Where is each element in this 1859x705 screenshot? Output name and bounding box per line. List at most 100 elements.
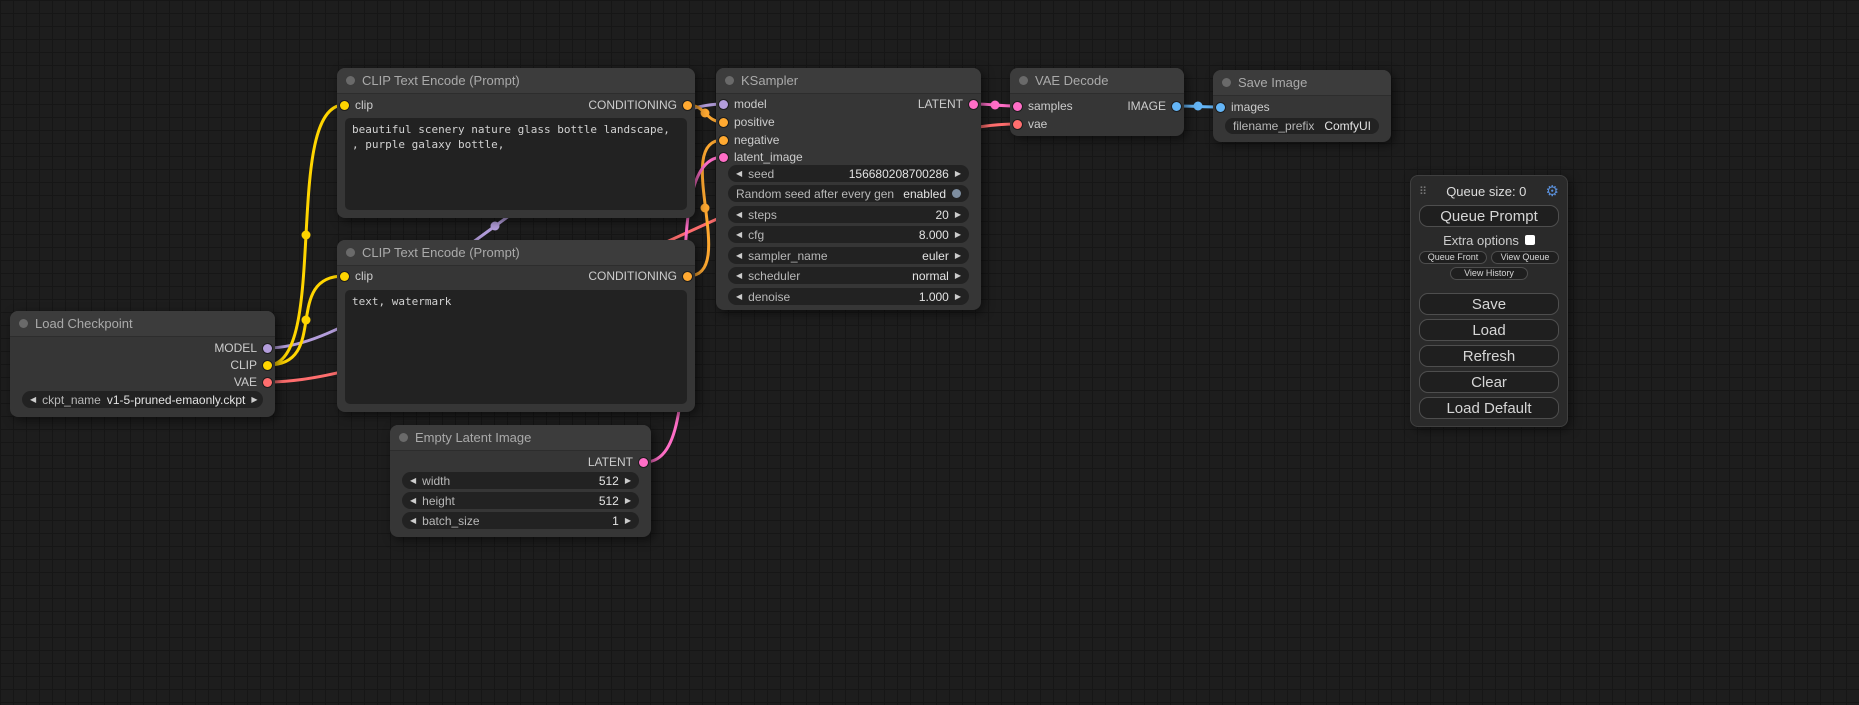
- latent-image-input-dot[interactable]: [719, 153, 728, 162]
- collapse-dot-icon[interactable]: [346, 76, 355, 85]
- node-title-bar[interactable]: VAE Decode: [1010, 68, 1184, 94]
- decrement-arrow-icon[interactable]: ◀: [736, 211, 742, 219]
- negative-prompt-textarea[interactable]: text, watermark: [345, 290, 687, 404]
- sampler-name-widget[interactable]: ◀ sampler_name euler ▶: [728, 247, 969, 264]
- random-seed-widget[interactable]: Random seed after every gen enabled: [728, 185, 969, 202]
- collapse-dot-icon[interactable]: [1222, 78, 1231, 87]
- conditioning-output-dot[interactable]: [683, 101, 692, 110]
- drag-handle-icon[interactable]: ⠿: [1419, 185, 1427, 198]
- node-title-bar[interactable]: Empty Latent Image: [390, 425, 651, 451]
- clear-button[interactable]: Clear: [1419, 371, 1559, 393]
- queue-prompt-button[interactable]: Queue Prompt: [1419, 205, 1559, 227]
- slot-label: LATENT: [918, 97, 963, 111]
- view-queue-button[interactable]: View Queue: [1491, 251, 1559, 264]
- increment-arrow-icon[interactable]: ▶: [955, 293, 961, 301]
- collapse-dot-icon[interactable]: [725, 76, 734, 85]
- slot-label: VAE: [234, 375, 257, 389]
- decrement-arrow-icon[interactable]: ◀: [736, 231, 742, 239]
- increment-arrow-icon[interactable]: ▶: [955, 211, 961, 219]
- samples-input-dot[interactable]: [1013, 102, 1022, 111]
- refresh-button[interactable]: Refresh: [1419, 345, 1559, 367]
- images-input-dot[interactable]: [1216, 103, 1225, 112]
- view-history-button[interactable]: View History: [1450, 267, 1528, 280]
- increment-arrow-icon[interactable]: ▶: [625, 497, 631, 505]
- decrement-arrow-icon[interactable]: ◀: [736, 170, 742, 178]
- clip-input-dot[interactable]: [340, 272, 349, 281]
- model-input-dot[interactable]: [719, 100, 728, 109]
- queue-front-button[interactable]: Queue Front: [1419, 251, 1487, 264]
- settings-gear-icon[interactable]: ⚙: [1546, 184, 1559, 199]
- increment-arrow-icon[interactable]: ▶: [625, 517, 631, 525]
- node-graph-canvas[interactable]: Load Checkpoint MODEL CLIP VAE ◀ ckpt_na…: [0, 0, 1859, 705]
- positive-prompt-textarea[interactable]: beautiful scenery nature glass bottle la…: [345, 118, 687, 210]
- node-title-bar[interactable]: CLIP Text Encode (Prompt): [337, 68, 695, 94]
- image-output-dot[interactable]: [1172, 102, 1181, 111]
- input-slot-vae: vae: [1013, 116, 1047, 132]
- vae-input-dot[interactable]: [1013, 120, 1022, 129]
- increment-arrow-icon[interactable]: ▶: [955, 170, 961, 178]
- slot-label: clip: [355, 269, 373, 283]
- negative-input-dot[interactable]: [719, 136, 728, 145]
- clip-output-dot[interactable]: [263, 361, 272, 370]
- load-default-button[interactable]: Load Default: [1419, 397, 1559, 419]
- increment-arrow-icon[interactable]: ▶: [955, 272, 961, 280]
- positive-input-dot[interactable]: [719, 118, 728, 127]
- filename-prefix-widget[interactable]: filename_prefix ComfyUI: [1225, 118, 1379, 134]
- vae-output-dot[interactable]: [263, 378, 272, 387]
- conditioning-output-dot[interactable]: [683, 272, 692, 281]
- latent-output-dot[interactable]: [969, 100, 978, 109]
- node-clip-text-encode-negative[interactable]: CLIP Text Encode (Prompt) clip CONDITION…: [337, 240, 695, 412]
- slot-label: clip: [355, 98, 373, 112]
- widget-label: batch_size: [422, 514, 479, 528]
- collapse-dot-icon[interactable]: [1019, 76, 1028, 85]
- node-save-image[interactable]: Save Image images filename_prefix ComfyU…: [1213, 70, 1391, 142]
- steps-widget[interactable]: ◀ steps 20 ▶: [728, 206, 969, 223]
- node-title-bar[interactable]: Save Image: [1213, 70, 1391, 96]
- denoise-widget[interactable]: ◀ denoise 1.000 ▶: [728, 288, 969, 305]
- scheduler-widget[interactable]: ◀ scheduler normal ▶: [728, 267, 969, 284]
- load-button[interactable]: Load: [1419, 319, 1559, 341]
- extra-options-checkbox[interactable]: [1525, 235, 1535, 245]
- widget-value: v1-5-pruned-emaonly.ckpt: [107, 393, 246, 407]
- slot-label: positive: [734, 115, 775, 129]
- decrement-arrow-icon[interactable]: ◀: [410, 477, 416, 485]
- decrement-arrow-icon[interactable]: ◀: [736, 252, 742, 260]
- node-title-bar[interactable]: CLIP Text Encode (Prompt): [337, 240, 695, 266]
- input-slot-clip: clip: [340, 97, 373, 113]
- model-output-dot[interactable]: [263, 344, 272, 353]
- increment-arrow-icon[interactable]: ▶: [955, 231, 961, 239]
- width-widget[interactable]: ◀ width 512 ▶: [402, 472, 639, 489]
- collapse-dot-icon[interactable]: [399, 433, 408, 442]
- decrement-arrow-icon[interactable]: ◀: [30, 396, 36, 404]
- slot-label: latent_image: [734, 150, 803, 164]
- decrement-arrow-icon[interactable]: ◀: [410, 517, 416, 525]
- node-title-bar[interactable]: Load Checkpoint: [10, 311, 275, 337]
- clip-input-dot[interactable]: [340, 101, 349, 110]
- increment-arrow-icon[interactable]: ▶: [955, 252, 961, 260]
- node-title: Save Image: [1238, 75, 1307, 90]
- slot-label: CONDITIONING: [588, 269, 677, 283]
- node-vae-decode[interactable]: VAE Decode samples vae IMAGE: [1010, 68, 1184, 136]
- cfg-widget[interactable]: ◀ cfg 8.000 ▶: [728, 226, 969, 243]
- batch-size-widget[interactable]: ◀ batch_size 1 ▶: [402, 512, 639, 529]
- node-title-bar[interactable]: KSampler: [716, 68, 981, 94]
- random-seed-toggle-icon[interactable]: [952, 189, 961, 198]
- node-ksampler[interactable]: KSampler model positive negative latent_…: [716, 68, 981, 310]
- decrement-arrow-icon[interactable]: ◀: [736, 293, 742, 301]
- height-widget[interactable]: ◀ height 512 ▶: [402, 492, 639, 509]
- queue-panel: ⠿ Queue size: 0 ⚙ Queue Prompt Extra opt…: [1410, 175, 1568, 427]
- seed-widget[interactable]: ◀ seed 156680208700286 ▶: [728, 165, 969, 182]
- widget-value: 1: [612, 514, 619, 528]
- node-clip-text-encode-positive[interactable]: CLIP Text Encode (Prompt) clip CONDITION…: [337, 68, 695, 218]
- decrement-arrow-icon[interactable]: ◀: [736, 272, 742, 280]
- increment-arrow-icon[interactable]: ▶: [251, 396, 257, 404]
- decrement-arrow-icon[interactable]: ◀: [410, 497, 416, 505]
- node-load-checkpoint[interactable]: Load Checkpoint MODEL CLIP VAE ◀ ckpt_na…: [10, 311, 275, 417]
- increment-arrow-icon[interactable]: ▶: [625, 477, 631, 485]
- save-button[interactable]: Save: [1419, 293, 1559, 315]
- node-empty-latent-image[interactable]: Empty Latent Image LATENT ◀ width 512 ▶ …: [390, 425, 651, 537]
- collapse-dot-icon[interactable]: [19, 319, 28, 328]
- ckpt-name-widget[interactable]: ◀ ckpt_name v1-5-pruned-emaonly.ckpt ▶: [22, 391, 263, 408]
- latent-output-dot[interactable]: [639, 458, 648, 467]
- collapse-dot-icon[interactable]: [346, 248, 355, 257]
